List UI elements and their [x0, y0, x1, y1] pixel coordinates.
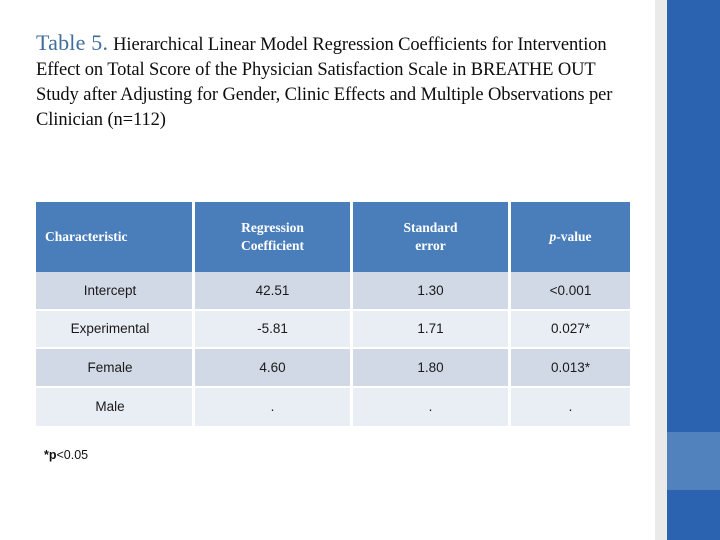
- cell-standard-error: 1.30: [353, 272, 511, 311]
- cell-characteristic: Intercept: [36, 272, 195, 311]
- cell-p-value: .: [511, 387, 630, 426]
- column-header-regression-coefficient-line1: Regression: [241, 220, 304, 235]
- table-header-row: Characteristic Regression Coefficient St…: [36, 202, 630, 272]
- table-number-label: Table 5.: [36, 30, 109, 55]
- table-row: Female 4.60 1.80 0.013*: [36, 349, 630, 388]
- significance-footnote: *p<0.05: [44, 448, 88, 462]
- table-title-block: Table 5. Hierarchical Linear Model Regres…: [36, 30, 636, 133]
- cell-standard-error: 1.80: [353, 349, 511, 388]
- table-row: Experimental -5.81 1.71 0.027*: [36, 310, 630, 349]
- column-header-standard-error: Standard error: [353, 202, 511, 272]
- cell-regression-coefficient: -5.81: [195, 310, 353, 349]
- cell-characteristic: Male: [36, 387, 195, 426]
- table-title-text: Hierarchical Linear Model Regression Coe…: [36, 35, 613, 130]
- column-header-standard-error-line1: Standard: [403, 220, 458, 235]
- cell-characteristic: Female: [36, 349, 195, 388]
- regression-results-table: Characteristic Regression Coefficient St…: [36, 202, 630, 426]
- cell-characteristic: Experimental: [36, 310, 195, 349]
- footnote-marker: *p: [44, 448, 57, 462]
- column-header-characteristic: Characteristic: [36, 202, 195, 272]
- cell-regression-coefficient: 42.51: [195, 272, 353, 311]
- column-header-p-value: p-value: [511, 202, 630, 272]
- cell-standard-error: 1.71: [353, 310, 511, 349]
- column-header-characteristic-line1: Characteristic: [45, 229, 128, 244]
- cell-p-value: 0.027*: [511, 310, 630, 349]
- right-edge-blue-accent-block: [667, 432, 720, 490]
- footnote-threshold: <0.05: [56, 448, 89, 462]
- column-header-p-value-suffix: -value: [556, 229, 592, 244]
- column-header-regression-coefficient: Regression Coefficient: [195, 202, 353, 272]
- page-title: Table 5. Hierarchical Linear Model Regres…: [36, 30, 636, 133]
- cell-regression-coefficient: 4.60: [195, 349, 353, 388]
- right-edge-gray-strip: [655, 0, 667, 540]
- cell-standard-error: .: [353, 387, 511, 426]
- table-row: Male . . .: [36, 387, 630, 426]
- column-header-regression-coefficient-line2: Coefficient: [241, 238, 304, 253]
- table-row: Intercept 42.51 1.30 <0.001: [36, 272, 630, 311]
- cell-p-value: 0.013*: [511, 349, 630, 388]
- cell-p-value: <0.001: [511, 272, 630, 311]
- cell-regression-coefficient: .: [195, 387, 353, 426]
- column-header-standard-error-line2: error: [415, 238, 446, 253]
